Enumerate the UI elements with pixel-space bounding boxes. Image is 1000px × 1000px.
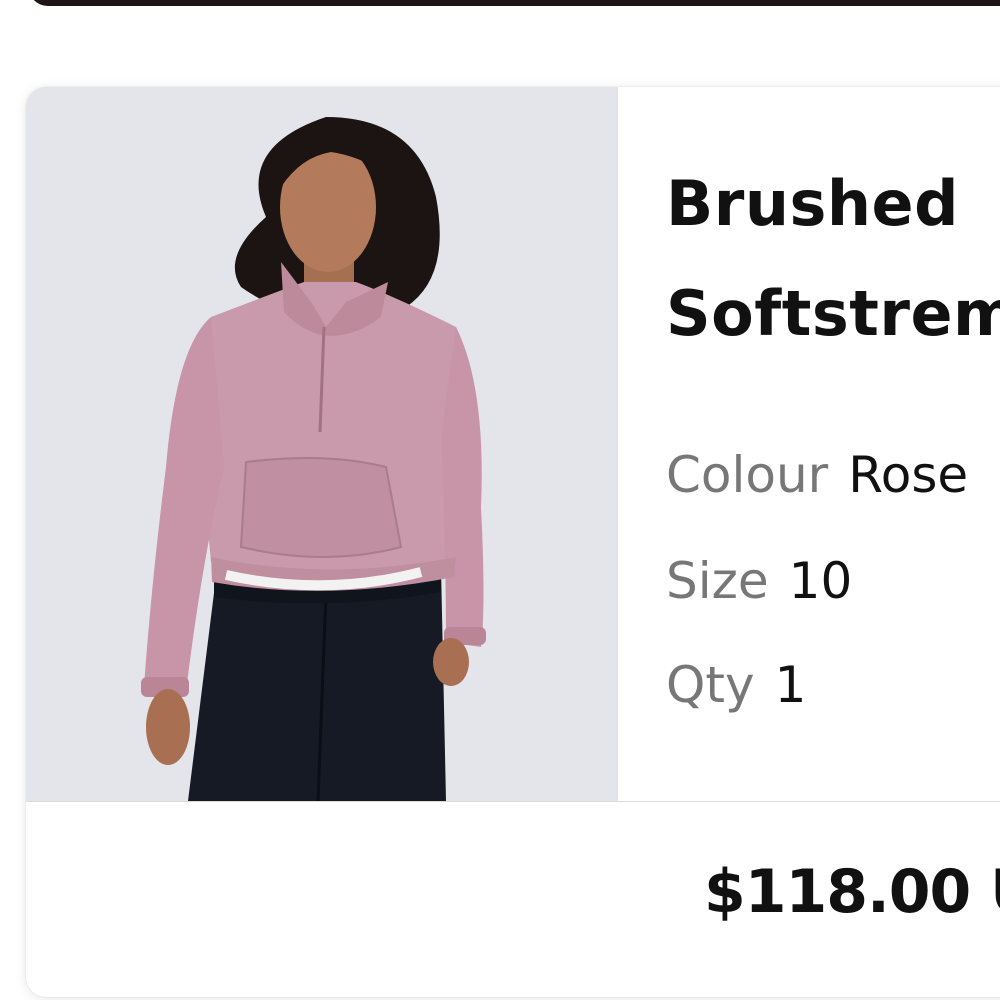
- cart-screen: Brushed Softstreme Colour Rose Size 10 Qty…: [0, 0, 1000, 1000]
- qty-value[interactable]: 1: [775, 656, 807, 714]
- price: $118.00 US: [704, 857, 1000, 927]
- qty-label: Qty: [666, 656, 755, 714]
- size-value: 10: [788, 552, 853, 610]
- cart-item-card[interactable]: Brushed Softstreme Colour Rose Size 10 Qty…: [26, 87, 1000, 997]
- product-photo-illustration: [26, 87, 618, 801]
- divider: [26, 801, 1000, 802]
- top-bar: [28, 0, 1000, 6]
- size-label: Size: [666, 552, 769, 610]
- colour-value: Rose: [848, 446, 969, 504]
- qty-row[interactable]: Qty 1: [666, 655, 806, 715]
- size-row: Size 10: [666, 551, 852, 611]
- product-image[interactable]: [26, 87, 618, 801]
- colour-row: Colour Rose: [666, 445, 968, 505]
- product-name[interactable]: Brushed Softstreme: [666, 149, 1000, 369]
- colour-label: Colour: [666, 446, 829, 504]
- product-details: Brushed Softstreme Colour Rose Size 10 Qty…: [666, 87, 1000, 801]
